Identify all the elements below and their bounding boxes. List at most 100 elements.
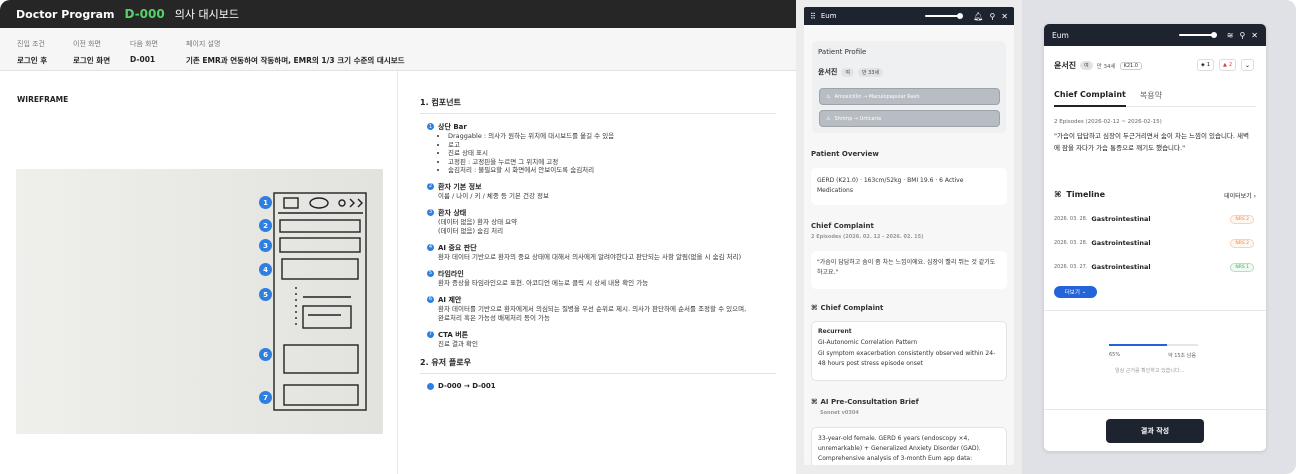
nrs-badge: NRS 1 xyxy=(1230,262,1254,272)
wireframe-marker-2: 2 xyxy=(259,219,272,232)
progress-remaining: 약 15초 남음 xyxy=(1168,353,1196,359)
component-body: 타임라인 환자 증상을 타임라인으로 표현. 아코디언 메뉴로 클릭 시 상세 내… xyxy=(438,269,648,288)
opacity-slider[interactable] xyxy=(1178,32,1217,38)
component-item: 2 환자 기본 정보 이름 / 나이 / 키 / 체중 등 기본 건강 정보 xyxy=(427,182,780,201)
allergy-item: ⚠ Amoxicillin → Maculopapular Rash xyxy=(819,88,1000,105)
timeline-row[interactable]: 2026. 03. 28. Gastrointestinal NRS 2 xyxy=(1054,237,1254,249)
component-bullet: 로고 xyxy=(448,141,614,150)
database-icon[interactable]: ≋ xyxy=(1227,31,1234,40)
pin-icon[interactable]: ⚲ xyxy=(1239,31,1245,40)
timeline-date: 2026. 03. 27. xyxy=(1054,264,1088,270)
flow-bullet-icon xyxy=(427,382,434,390)
ai-icon: ⌘ xyxy=(811,398,818,406)
warning-icon: ▲ xyxy=(1223,62,1227,68)
spec-header: Doctor Program D-000 의사 대시보드 xyxy=(0,0,796,28)
opacity-slider[interactable] xyxy=(925,13,964,19)
allergy-text: Amoxicillin → Maculopapular Rash xyxy=(834,93,920,100)
component-body: 상단 BarDraggable : 의사가 원하는 위치에 대시보드를 옮길 수… xyxy=(438,122,614,175)
close-icon[interactable]: ✕ xyxy=(1001,12,1008,21)
number-badge: 7 xyxy=(427,330,434,338)
top-bar[interactable]: Eum ≋ ⚲ ✕ xyxy=(1044,24,1266,46)
component-bullet: 진료 상태 표시 xyxy=(448,149,614,158)
component-item: 6 AI 제안 환자 데이터를 기반으로 환자에게서 의심되는 질병을 우선 순위로… xyxy=(427,295,780,323)
divider xyxy=(1044,310,1266,311)
close-icon[interactable]: ✕ xyxy=(1251,31,1258,40)
allergy-text: Shrimp → Urticaria xyxy=(834,115,882,122)
column-divider xyxy=(397,71,398,474)
component-item: 7 CTA 버튼 진료 결과 확인 xyxy=(427,330,780,349)
components-title: 1. 컴포넌트 xyxy=(420,98,461,107)
component-desc: 완료처리 혹은 가능성 배제처리 등이 가능 xyxy=(438,313,550,322)
component-bullet: 숨김처리 : 불필요할 시 화면에서 안보이도록 숨김처리 xyxy=(448,166,614,175)
progress-status: 임상 근거를 확인하고 있습니다... xyxy=(1115,368,1185,374)
chief-complaint-quote: "가슴이 답답하고 심장이 두근거리면서 숨이 차는 느낌이 있습니다. 새벽에… xyxy=(1054,132,1250,152)
spec-body: WIREFRAME 1 2 3 4 5 6 7 1. 컴포넌트 1 상단 Bar… xyxy=(0,71,796,474)
warning-icon: ⚠ xyxy=(826,115,831,122)
chevron-right-icon: › xyxy=(1253,193,1256,200)
user-flow: D-000 → D-001 xyxy=(438,381,496,390)
component-desc: 환자 증상을 타임라인으로 표현. 아코디언 메뉴로 클릭 시 상세 내용 확인… xyxy=(438,278,649,287)
brief-title: AI Pre-Consultation Brief xyxy=(820,398,919,406)
meta-prev: 이전 화면 로그인 화면 xyxy=(73,40,111,65)
cc-analysis-title: Chief Complaint xyxy=(820,304,884,312)
age-pill: 만 33세 xyxy=(857,67,884,77)
patient-name-row: 윤서진 여 만 34세 K21.0 xyxy=(1054,60,1142,71)
gem-icon: ◈ xyxy=(1201,62,1205,68)
wireframe-sketch: 1 2 3 4 5 6 7 xyxy=(16,169,383,434)
chief-complaint-quote-card: "가슴이 답답하고 숨이 좀 차는 느낌이에요. 심장이 빨리 뛰는 것 같기도… xyxy=(811,251,1007,289)
chief-complaint-quote: "가슴이 답답하고 숨이 좀 차는 느낌이에요. 심장이 빨리 뛰는 것 같기도… xyxy=(817,259,996,276)
wireframe-marker-6: 6 xyxy=(259,348,272,361)
drag-handle-icon[interactable]: ⠿ xyxy=(810,12,816,21)
timeline-data-label: 데이터보기 xyxy=(1224,193,1252,200)
timeline-header: ⌘ Timeline xyxy=(1054,190,1105,199)
top-bar[interactable]: ⠿ Eum 🔔︎ ⚲ ✕ xyxy=(804,7,1014,25)
program-name: Doctor Program xyxy=(16,7,115,21)
component-title: 상단 Bar xyxy=(438,123,467,131)
screen-name: 의사 대시보드 xyxy=(174,8,239,21)
component-desc: 환자 데이터를 기반으로 환자에게서 의심되는 질병을 우선 순위로 제시. 의… xyxy=(438,304,747,313)
component-body: 환자 상태 (데이터 없음) 환자 상태 요약 (데이터 없음) 숨김 처리 xyxy=(438,208,517,236)
component-desc: 환자 데이터 기반으로 환자의 중요 상태에 대해서 의사에게 알려야한다고 판… xyxy=(438,252,742,261)
wireframe-marker-7: 7 xyxy=(259,391,272,404)
number-badge: 5 xyxy=(427,269,434,277)
more-button[interactable]: 더보기 ⌄ xyxy=(1054,286,1097,298)
pin-icon[interactable]: ⚲ xyxy=(989,12,995,21)
timeline-icon: ⌘ xyxy=(1054,190,1062,199)
chief-complaint-title: Chief Complaint xyxy=(811,222,874,230)
expand-button[interactable]: ⌄ xyxy=(1241,59,1255,71)
wireframe-marker-3: 3 xyxy=(259,239,272,252)
warning-icon: ⚠ xyxy=(826,93,831,100)
overview-text: GERD (K21.0) · 163cm/52kg · BMI 19.6 · 6… xyxy=(817,177,964,194)
flow-title: 2. 유저 플로우 xyxy=(420,357,471,367)
component-body: AI 제안 환자 데이터를 기반으로 환자에게서 의심되는 질병을 우선 순위로 … xyxy=(438,295,746,323)
recurrent-name: GI-Autonomic Correlation Pattern xyxy=(818,339,918,346)
phone2-dashboard: Eum ≋ ⚲ ✕ 윤서진 여 만 34세 K21.0 ◈ 1 ▲ 2 ⌄ Chie… xyxy=(1044,24,1266,451)
wireframe-marker-1: 1 xyxy=(259,196,272,209)
app-title: Eum xyxy=(1052,30,1069,40)
recurrent-text: GI symptom exacerbation consistently obs… xyxy=(818,350,996,367)
component-title: AI 제안 xyxy=(438,295,462,304)
component-title: CTA 버튼 xyxy=(438,330,469,339)
screen-code: D-000 xyxy=(124,7,165,21)
tab-medication[interactable]: 복용약 xyxy=(1140,90,1162,106)
flow-item: D-000 → D-001 xyxy=(427,382,780,390)
section-divider xyxy=(420,372,776,374)
allergy-count-badge[interactable]: ◈ 1 xyxy=(1197,59,1215,71)
episodes-range: 2 Episodes (2026-02-12 ~ 2026-02-15) xyxy=(1054,119,1162,125)
component-body: 환자 기본 정보 이름 / 나이 / 키 / 체중 등 기본 건강 정보 xyxy=(438,182,549,201)
app-title: Eum xyxy=(820,12,837,20)
number-badge: 4 xyxy=(427,243,434,251)
timeline-row[interactable]: 2026. 03. 28. Gastrointestinal NRS 2 xyxy=(1054,213,1254,225)
allergy-item: ⚠ Shrimp → Urticaria xyxy=(819,110,1000,127)
meta-entry: 진입 조건 로그인 후 xyxy=(17,40,48,65)
write-result-button[interactable]: 결과 작성 xyxy=(1106,419,1204,443)
tab-chief-complaint[interactable]: Chief Complaint xyxy=(1054,90,1126,107)
analysis-progress-bar xyxy=(1109,344,1198,346)
overview-title: Patient Overview xyxy=(811,150,879,158)
timeline-data-link[interactable]: 데이터보기 › xyxy=(1224,191,1256,200)
alert-count-badge[interactable]: ▲ 2 xyxy=(1219,59,1237,71)
divider xyxy=(1044,409,1266,410)
timeline-row[interactable]: 2026. 03. 27. Gastrointestinal NRS 1 xyxy=(1054,261,1254,273)
wireframe-marker-5: 5 xyxy=(259,288,272,301)
bell-icon[interactable]: 🔔︎ xyxy=(973,12,983,21)
